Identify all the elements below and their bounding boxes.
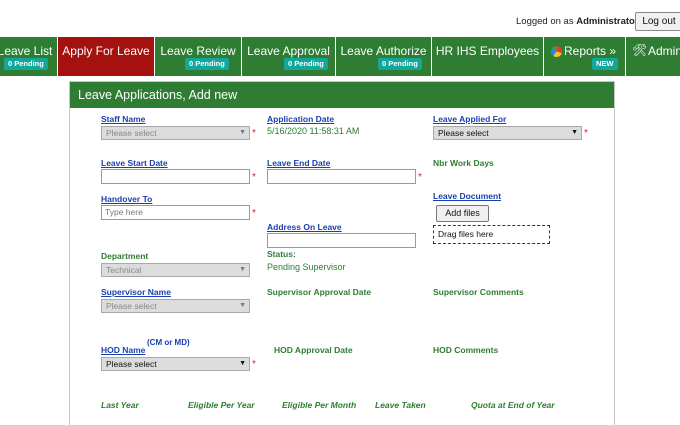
department-select[interactable]: Technical ▼	[101, 263, 250, 277]
leave-applied-for-label[interactable]: Leave Applied For	[433, 114, 506, 124]
supervisor-comments-label: Supervisor Comments	[433, 287, 524, 297]
nav-admin[interactable]: 🛠 Admin	[626, 37, 680, 76]
balance-header-quota-end-of-year: Quota at End of Year	[471, 400, 555, 410]
nav-label: HR IHS Employees	[435, 44, 540, 58]
required-marker: *	[418, 172, 422, 183]
balance-header-eligible-per-month: Eligible Per Month	[282, 400, 357, 410]
application-date-label[interactable]: Application Date	[267, 114, 334, 124]
new-badge: NEW	[592, 58, 618, 70]
top-bar: Logged on as Administrator Log out	[0, 0, 680, 36]
hod-comments-label: HOD Comments	[433, 345, 499, 355]
logged-on-user: Administrator	[576, 16, 639, 27]
leave-application-panel: Leave Applications, Add new Staff Name P…	[69, 81, 615, 425]
required-marker: *	[252, 359, 256, 370]
balance-header-eligible-per-year: Eligible Per Year	[188, 400, 255, 410]
chevron-down-icon: ▼	[239, 129, 246, 136]
logout-button[interactable]: Log out	[635, 12, 680, 31]
logged-on-prefix: Logged on as	[516, 16, 574, 27]
balance-header-last-year: Last Year	[101, 400, 139, 410]
handover-to-input[interactable]: Type here	[101, 205, 250, 220]
supervisor-approval-date-label: Supervisor Approval Date	[267, 287, 372, 297]
status-value: Pending Supervisor	[267, 262, 346, 272]
chevron-down-icon: ▼	[571, 129, 578, 136]
add-files-button[interactable]: Add files	[436, 205, 489, 222]
pie-chart-icon	[551, 46, 562, 57]
supervisor-name-label[interactable]: Supervisor Name	[101, 287, 171, 297]
required-marker: *	[584, 128, 588, 139]
page: Logged on as Administrator Log out Leave…	[0, 0, 680, 425]
nav-leave-approval[interactable]: Leave Approval 0 Pending	[242, 37, 336, 76]
logged-on-text: Logged on as Administrator	[516, 16, 639, 27]
nav-leave-authorize[interactable]: Leave Authorize 0 Pending	[336, 37, 432, 76]
handover-to-label[interactable]: Handover To	[101, 194, 152, 204]
pending-badge: 0 Pending	[378, 58, 422, 70]
nav-hr-ihs-employees[interactable]: HR IHS Employees	[432, 37, 544, 76]
nav-label: Apply For Leave	[62, 44, 150, 58]
required-marker: *	[252, 128, 256, 139]
supervisor-name-value: Please select	[106, 301, 157, 311]
chevron-down-icon: ▼	[239, 360, 246, 367]
hod-name-select[interactable]: Please select ▼	[101, 357, 250, 371]
leave-start-date-input[interactable]	[101, 169, 250, 184]
leave-end-date-input[interactable]	[267, 169, 416, 184]
nbr-work-days-label: Nbr Work Days	[433, 158, 494, 168]
hod-name-label[interactable]: HOD Name	[101, 345, 145, 355]
nav-reports[interactable]: Reports » NEW	[544, 37, 626, 76]
hod-name-value: Please select	[106, 359, 157, 369]
hod-approval-date-label: HOD Approval Date	[274, 345, 353, 355]
pending-badge: 0 Pending	[284, 58, 328, 70]
required-marker: *	[252, 208, 256, 219]
chevron-down-icon: ▼	[239, 302, 246, 309]
chevron-down-icon: ▼	[239, 266, 246, 273]
nav-label: Leave Authorize	[340, 44, 427, 58]
address-on-leave-label[interactable]: Address On Leave	[267, 222, 342, 232]
required-marker: *	[252, 172, 256, 183]
nav-leave-list[interactable]: Leave List 0 Pending	[0, 37, 58, 76]
address-on-leave-input[interactable]	[267, 233, 416, 248]
nav-label: Leave List	[0, 44, 53, 58]
nav-label: Leave Review	[160, 44, 236, 58]
nav-leave-review[interactable]: Leave Review 0 Pending	[155, 37, 242, 76]
balance-header-leave-taken: Leave Taken	[375, 400, 426, 410]
drop-zone[interactable]: Drag files here	[433, 225, 550, 244]
department-value: Technical	[106, 265, 142, 275]
application-date-value: 5/16/2020 11:58:31 AM	[267, 126, 360, 136]
leave-end-date-label[interactable]: Leave End Date	[267, 158, 330, 168]
staff-name-select[interactable]: Please select ▼	[101, 126, 250, 140]
leave-document-label[interactable]: Leave Document	[433, 191, 501, 201]
leave-start-date-label[interactable]: Leave Start Date	[101, 158, 168, 168]
nav-label: Leave Approval	[247, 44, 330, 58]
status-label: Status:	[267, 249, 296, 259]
main-nav: Leave List 0 Pending Apply For Leave Lea…	[0, 37, 680, 76]
staff-name-value: Please select	[106, 128, 157, 138]
nav-apply-for-leave[interactable]: Apply For Leave	[58, 37, 155, 76]
nav-label: Reports »	[564, 44, 617, 58]
pending-badge: 0 Pending	[4, 58, 48, 70]
leave-applied-for-value: Please select	[438, 128, 489, 138]
pending-badge: 0 Pending	[185, 58, 229, 70]
nav-label: Admin	[648, 44, 680, 58]
hod-name-note: (CM or MD)	[147, 338, 190, 347]
staff-name-label[interactable]: Staff Name	[101, 114, 145, 124]
panel-title: Leave Applications, Add new	[70, 82, 614, 108]
supervisor-name-select[interactable]: Please select ▼	[101, 299, 250, 313]
department-label: Department	[101, 251, 149, 261]
tools-icon: 🛠	[632, 43, 648, 57]
leave-applied-for-select[interactable]: Please select ▼	[433, 126, 582, 140]
